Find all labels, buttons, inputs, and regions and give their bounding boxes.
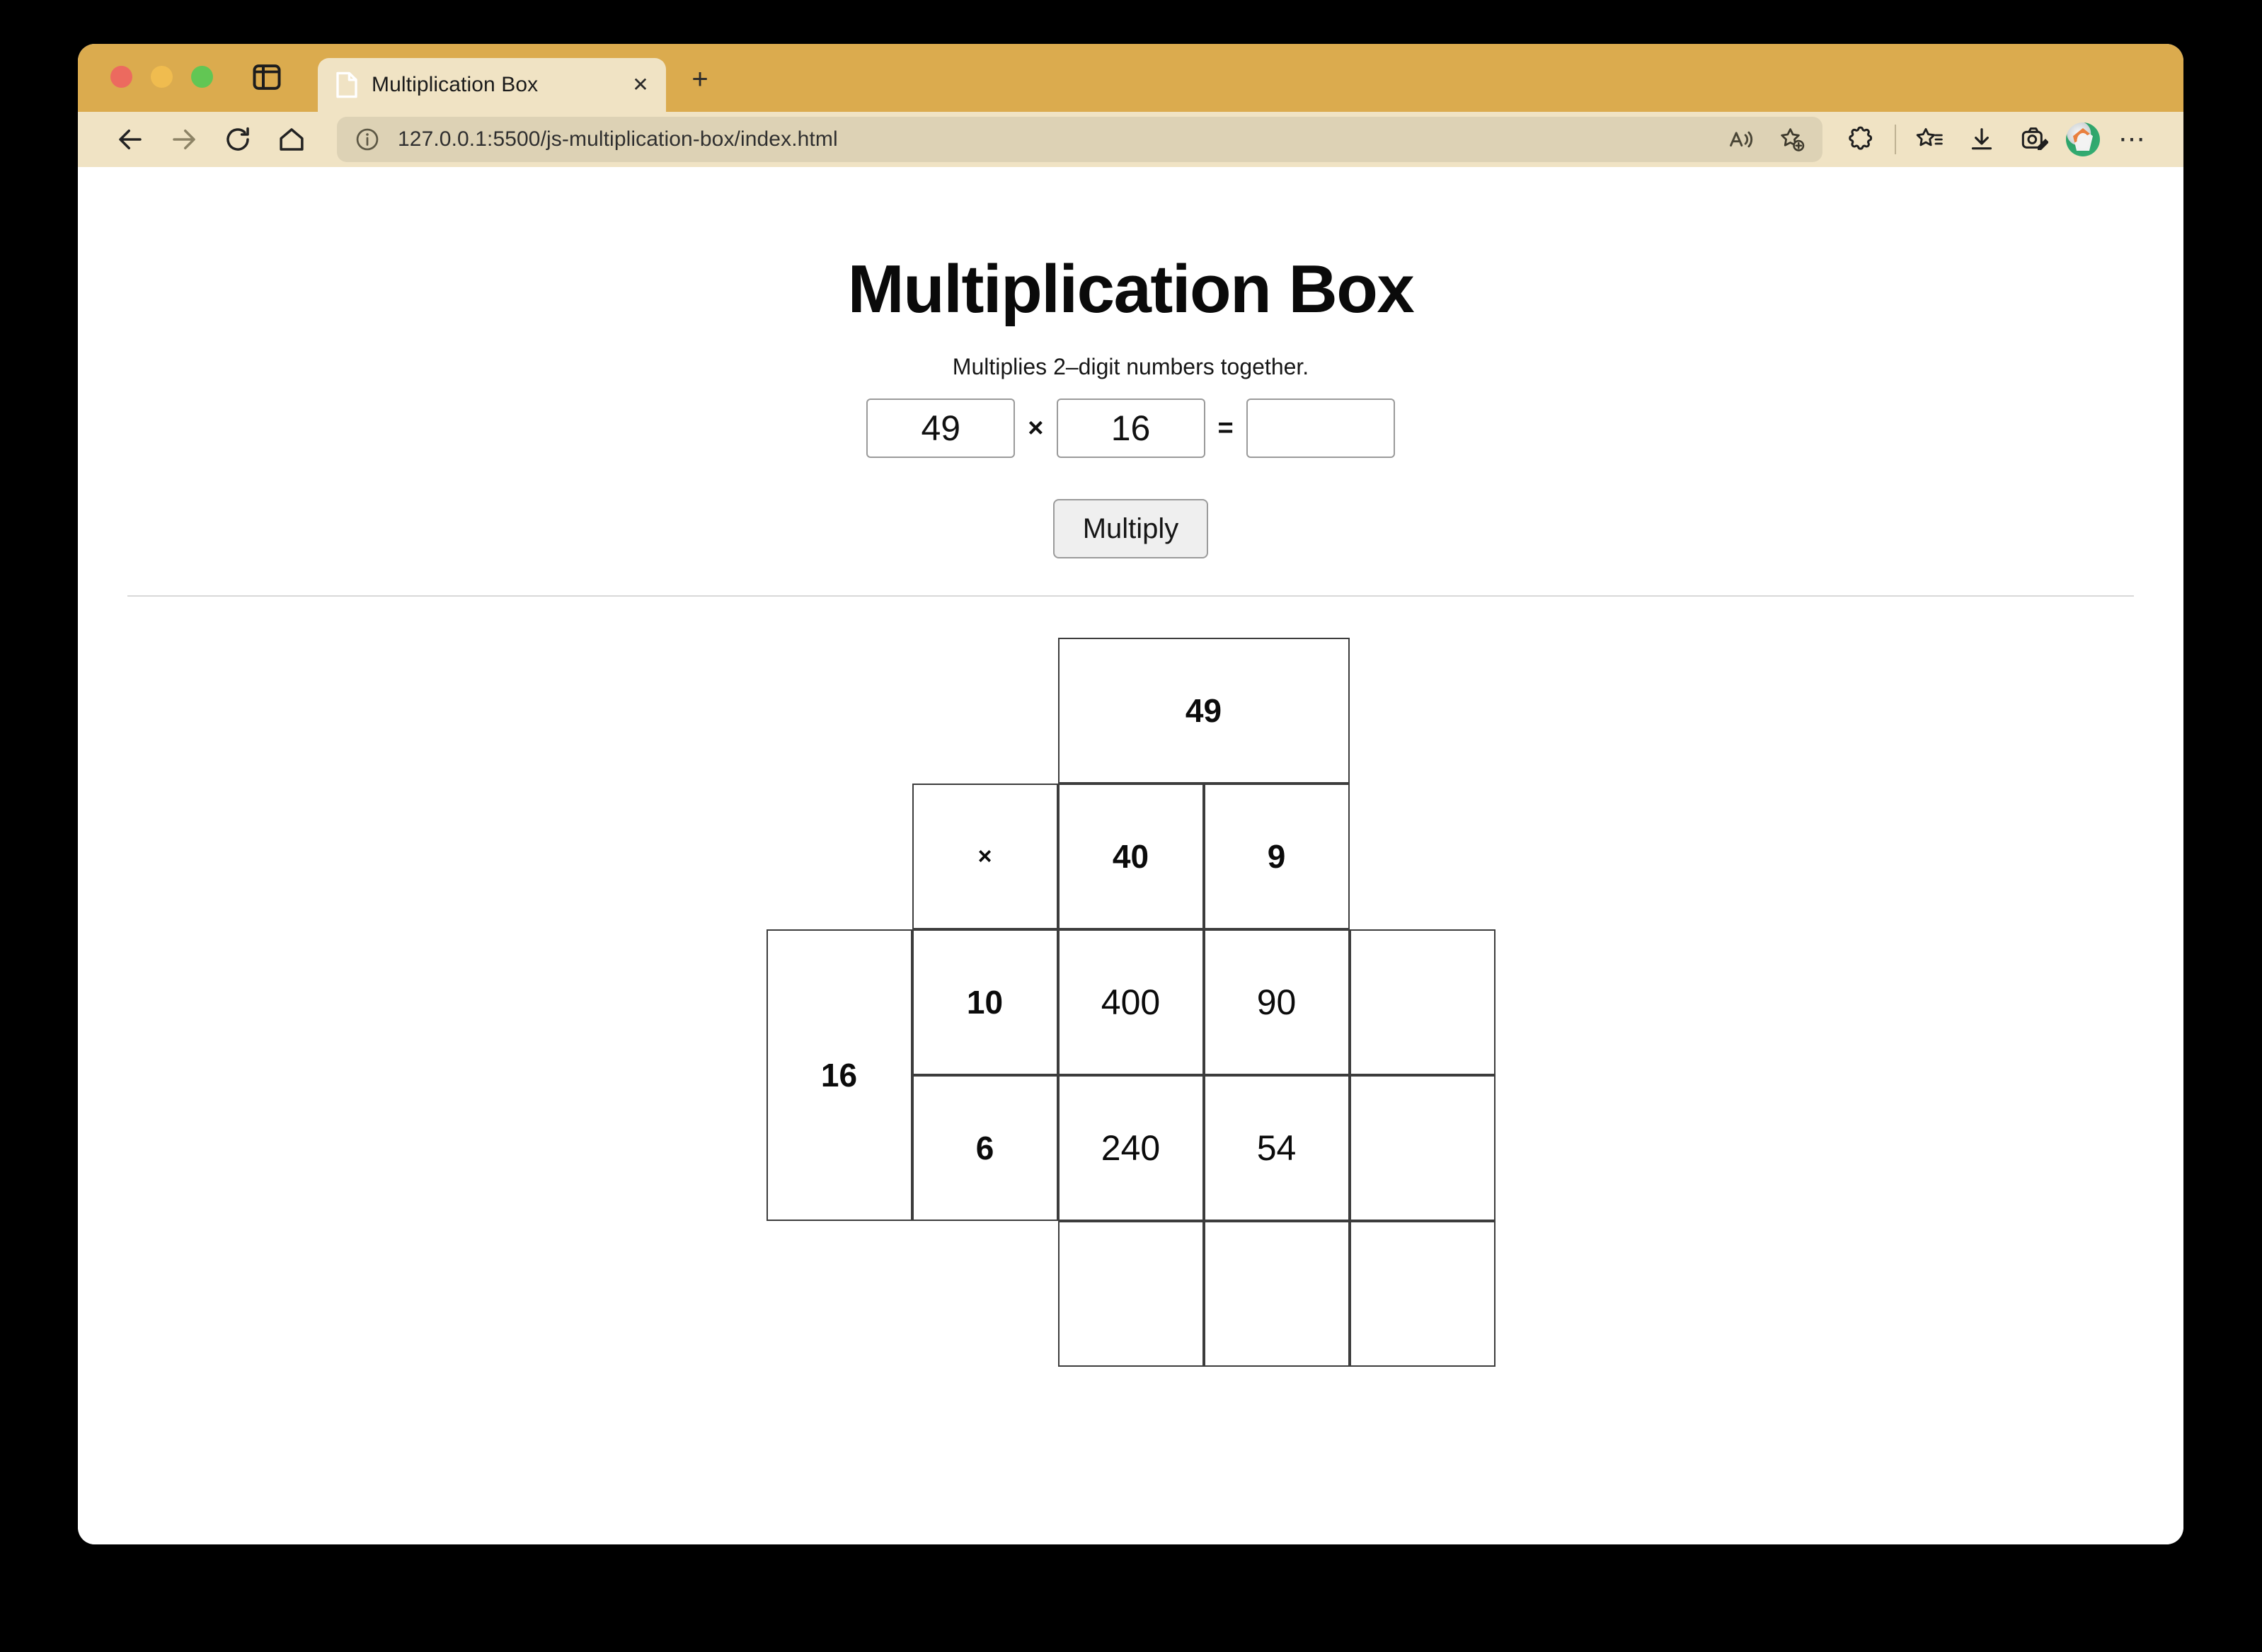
grid-cell-col-head-40: 40	[1057, 784, 1204, 929]
grid-cell-total	[1349, 1221, 1495, 1367]
calculator-row: × =	[78, 398, 2183, 458]
back-icon[interactable]	[103, 118, 157, 161]
downloads-icon[interactable]	[1956, 118, 2008, 161]
page-title: Multiplication Box	[847, 251, 1415, 327]
tab-title: Multiplication Box	[372, 73, 539, 96]
grid-cell-col-sum-1	[1057, 1221, 1204, 1367]
home-icon[interactable]	[265, 118, 318, 161]
grid-cell-top-header: 49	[1057, 638, 1350, 784]
zoom-window-button[interactable]	[191, 66, 213, 88]
tab-list-icon[interactable]	[253, 64, 281, 91]
reload-icon[interactable]	[211, 118, 265, 161]
grid-cell-row-sum-2	[1349, 1075, 1495, 1221]
favorites-icon[interactable]	[1903, 118, 1956, 161]
multiply-sign: ×	[1028, 413, 1044, 443]
extensions-icon[interactable]	[1835, 118, 1888, 161]
minimize-window-button[interactable]	[151, 66, 173, 88]
browser-window: Multiplication Box ✕ + 127.0.0.1:5500/js…	[78, 44, 2183, 1544]
add-favorite-icon[interactable]	[1769, 120, 1815, 159]
grid-cell-op-corner: ×	[912, 784, 1058, 929]
multiplication-grid: 49 × 40 9 16 10 400 90 6 240 54	[766, 638, 1495, 1367]
section-divider	[127, 595, 2134, 597]
grid-cell-left-header: 16	[766, 929, 912, 1221]
page-icon	[335, 71, 359, 98]
multiplier-input[interactable]	[1056, 398, 1205, 458]
multiply-button-row: Multiply	[78, 499, 2183, 558]
window-controls	[78, 66, 213, 112]
close-window-button[interactable]	[110, 66, 132, 88]
toolbar-actions: ⋯	[1835, 118, 2158, 161]
page-content: Multiplication Box Multiplies 2–digit nu…	[78, 167, 2183, 1544]
grid-cell-row-head-10: 10	[912, 929, 1058, 1075]
screenshot-icon[interactable]	[2008, 118, 2060, 161]
grid-cell-prod-400: 400	[1057, 929, 1204, 1075]
grid-cell-col-sum-2	[1203, 1221, 1350, 1367]
grid-cell-col-head-9: 9	[1203, 784, 1350, 929]
grid-cell-row-sum-1	[1349, 929, 1495, 1075]
toolbar-divider	[1895, 125, 1896, 154]
close-tab-icon[interactable]: ✕	[628, 72, 653, 98]
grid-cell-prod-90: 90	[1203, 929, 1350, 1075]
browser-toolbar: 127.0.0.1:5500/js-multiplication-box/ind…	[78, 112, 2183, 167]
equals-sign: =	[1217, 413, 1234, 443]
browser-tab[interactable]: Multiplication Box ✕	[318, 58, 666, 112]
page-subtitle: Multiplies 2–digit numbers together.	[952, 354, 1309, 379]
grid-cell-prod-240: 240	[1057, 1075, 1204, 1221]
result-input[interactable]	[1246, 398, 1395, 458]
address-bar[interactable]: 127.0.0.1:5500/js-multiplication-box/ind…	[337, 117, 1822, 162]
profile-avatar[interactable]	[2066, 122, 2100, 156]
grid-cell-row-head-6: 6	[912, 1075, 1058, 1221]
forward-icon[interactable]	[157, 118, 211, 161]
tab-strip: Multiplication Box ✕ +	[78, 44, 2183, 112]
read-aloud-icon[interactable]	[1718, 120, 1764, 159]
new-tab-icon[interactable]: +	[684, 64, 716, 95]
multiply-button[interactable]: Multiply	[1052, 499, 1209, 558]
info-icon[interactable]	[355, 127, 379, 151]
address-bar-actions	[1718, 120, 1815, 159]
multiplicand-input[interactable]	[866, 398, 1016, 458]
more-icon[interactable]: ⋯	[2106, 118, 2158, 161]
grid-cell-prod-54: 54	[1203, 1075, 1350, 1221]
url-text: 127.0.0.1:5500/js-multiplication-box/ind…	[398, 127, 838, 151]
